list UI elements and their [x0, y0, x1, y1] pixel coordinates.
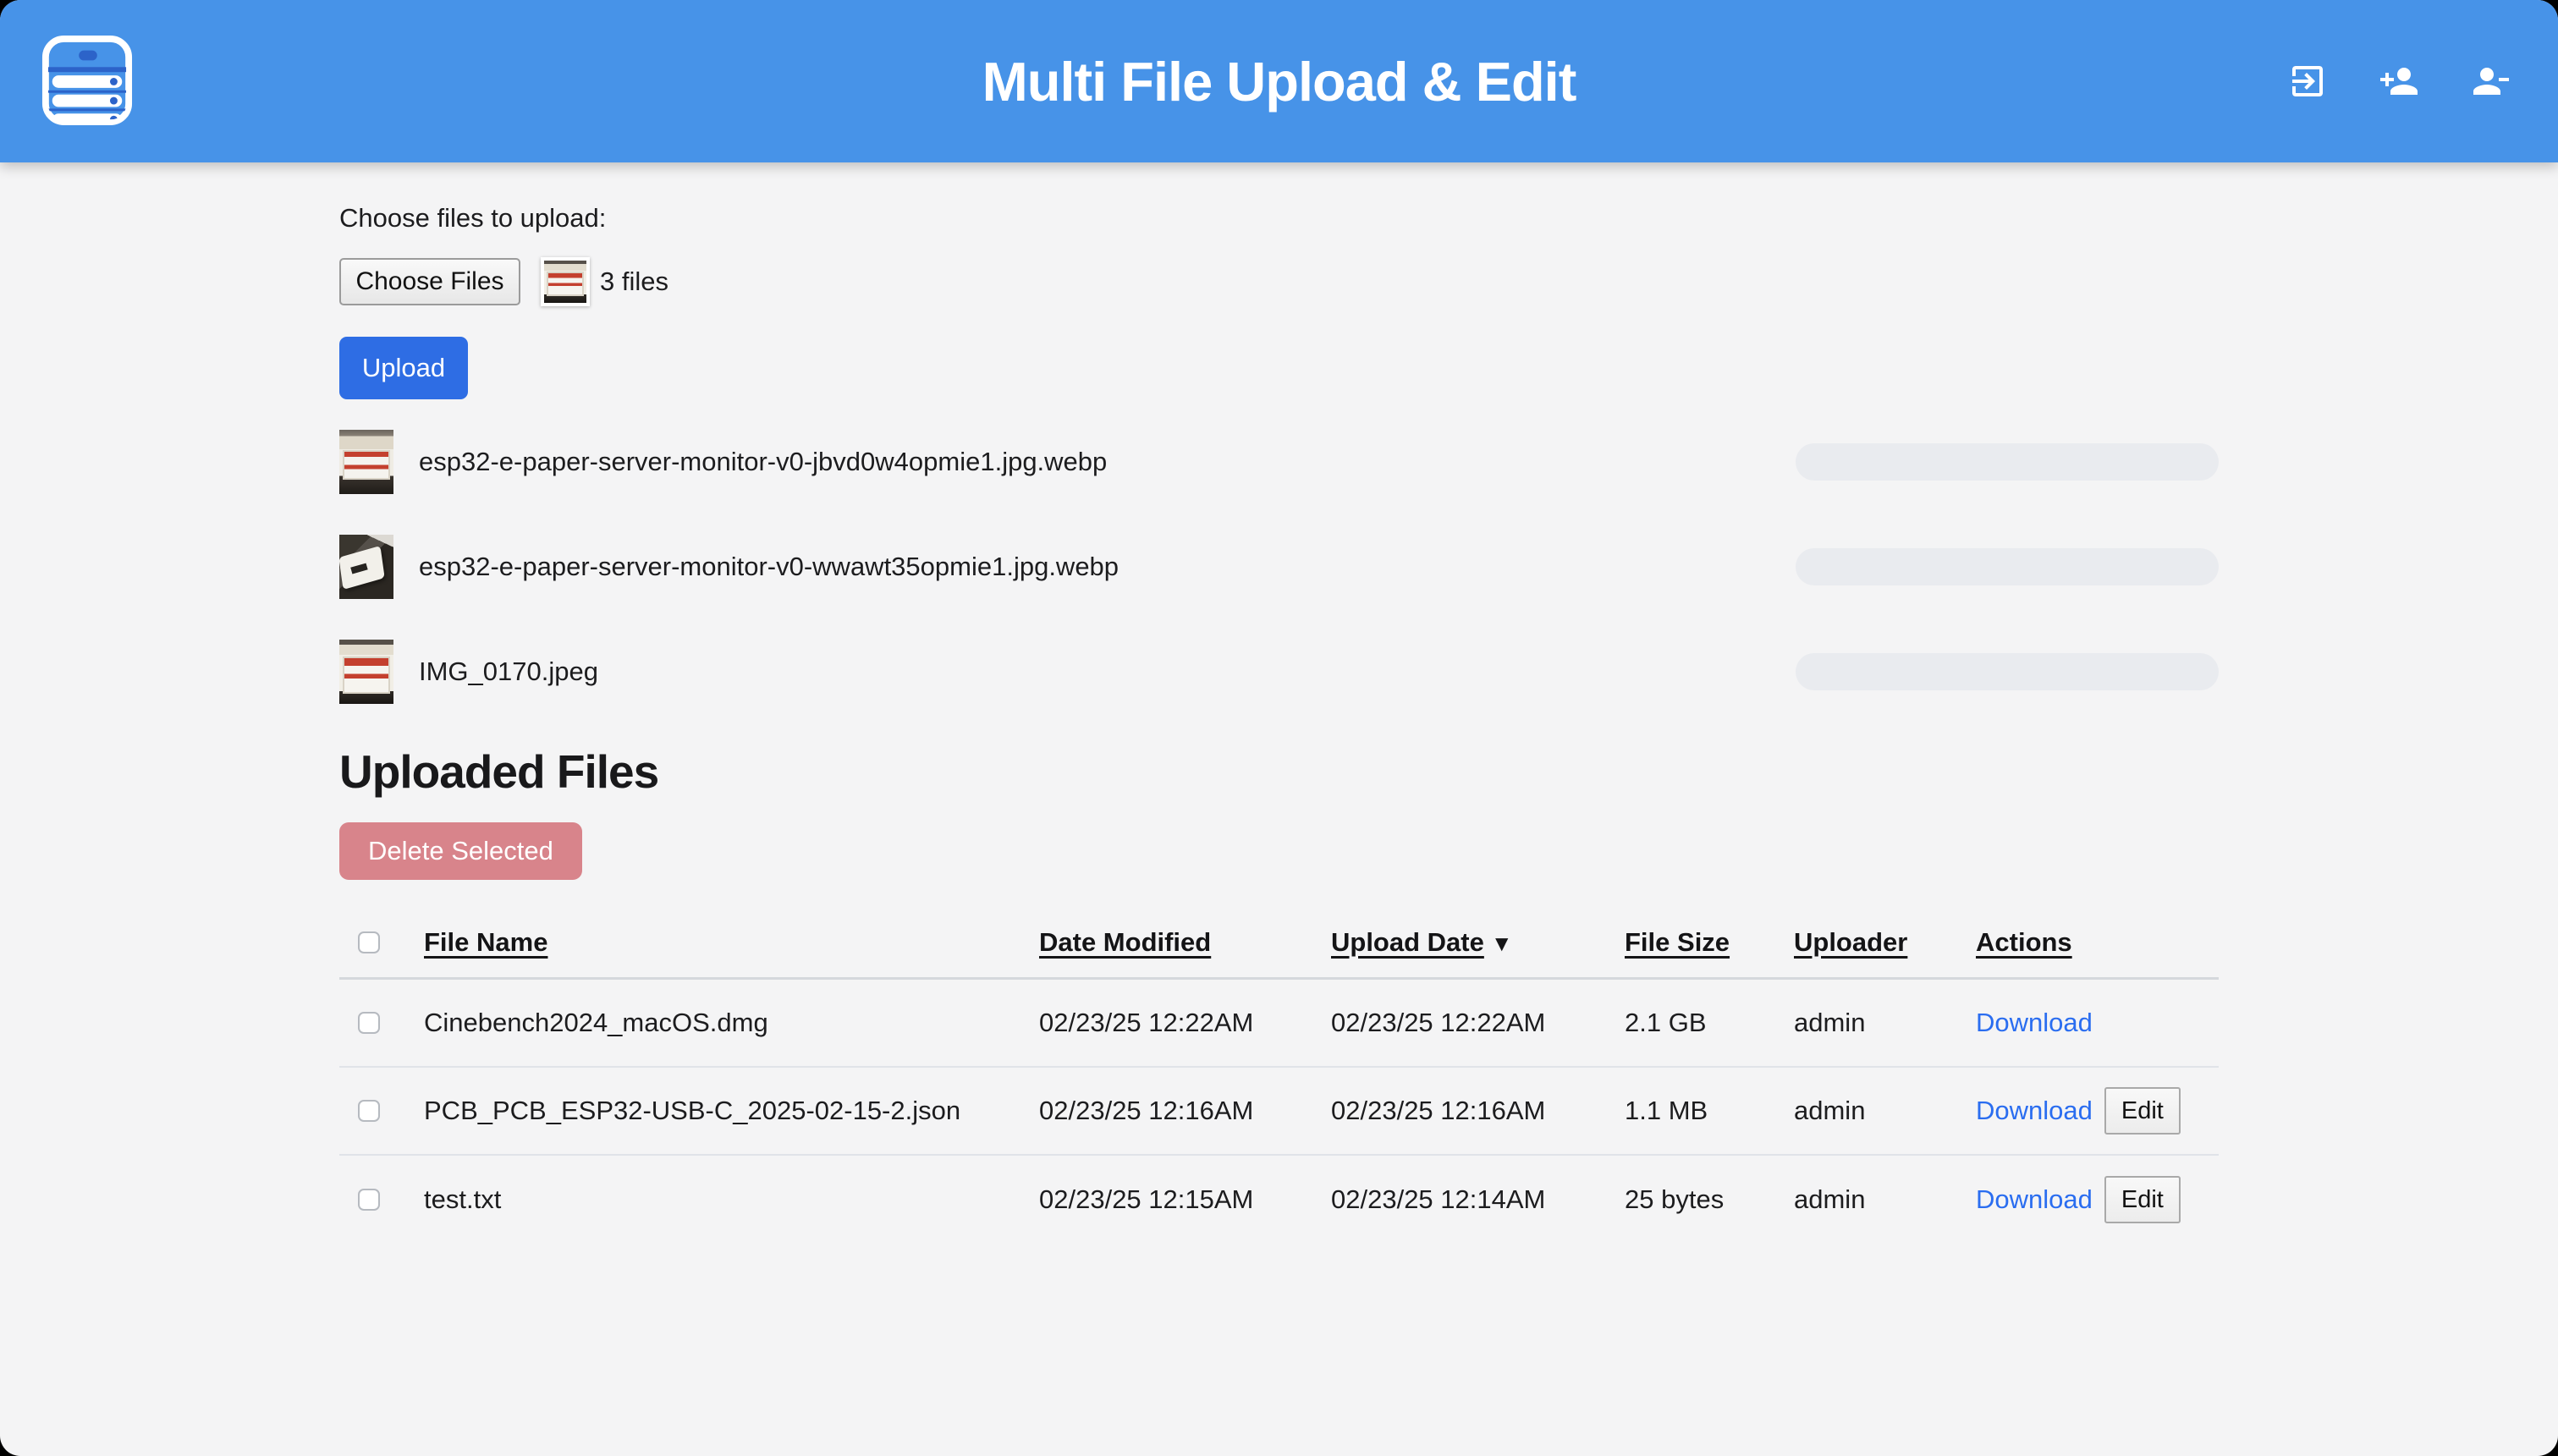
date-modified-cell: 02/23/25 12:15AM — [1039, 1184, 1331, 1215]
choose-files-label: Choose files to upload: — [339, 203, 2219, 234]
pending-file-name: esp32-e-paper-server-monitor-v0-wwawt35o… — [419, 552, 1119, 582]
row-checkbox-cell — [339, 1012, 424, 1034]
date-modified-cell: 02/23/25 12:22AM — [1039, 1008, 1331, 1038]
uploaded-files-heading: Uploaded Files — [339, 744, 2219, 799]
upload-date-cell: 02/23/25 12:14AM — [1331, 1184, 1625, 1215]
main-content: Choose files to upload: Choose Files 3 f… — [339, 162, 2219, 1244]
person-remove-icon[interactable] — [2470, 61, 2511, 102]
pending-file-row: esp32-e-paper-server-monitor-v0-jbvd0w4o… — [339, 430, 2219, 494]
upload-progress-bar — [1796, 548, 2219, 585]
row-checkbox[interactable] — [358, 1012, 380, 1034]
file-thumbnail — [339, 430, 393, 494]
sort-descending-icon: ▼ — [1491, 931, 1513, 957]
upload-progress-bar — [1796, 443, 2219, 481]
selected-files-count: 3 files — [600, 266, 668, 297]
row-checkbox[interactable] — [358, 1100, 380, 1122]
file-thumbnail — [339, 640, 393, 704]
download-link[interactable]: Download — [1976, 1184, 2093, 1215]
table-body: Cinebench2024_macOS.dmg 02/23/25 12:22AM… — [339, 980, 2219, 1244]
pending-file-name: esp32-e-paper-server-monitor-v0-jbvd0w4o… — [419, 447, 1107, 477]
file-size-cell: 1.1 MB — [1625, 1096, 1794, 1126]
pending-upload-list: esp32-e-paper-server-monitor-v0-jbvd0w4o… — [339, 430, 2219, 704]
column-header[interactable]: Actions — [1976, 927, 2219, 958]
actions-cell: Download Edit — [1976, 1087, 2219, 1135]
date-modified-cell: 02/23/25 12:16AM — [1039, 1096, 1331, 1126]
table-header-row: File NameDate ModifiedUpload Date▼File S… — [339, 907, 2219, 980]
file-input-row: Choose Files 3 files — [339, 257, 2219, 306]
pending-file-row: IMG_0170.jpeg — [339, 640, 2219, 704]
table-row: test.txt 02/23/25 12:15AM 02/23/25 12:14… — [339, 1156, 2219, 1244]
edit-button[interactable]: Edit — [2104, 1087, 2181, 1135]
upload-date-cell: 02/23/25 12:16AM — [1331, 1096, 1625, 1126]
file-name-cell: test.txt — [424, 1184, 1039, 1215]
row-checkbox-cell — [339, 1189, 424, 1211]
download-link[interactable]: Download — [1976, 1096, 2093, 1126]
app-window: Multi File Upload & Edit Choose files to… — [0, 0, 2558, 1456]
delete-selected-button[interactable]: Delete Selected — [339, 822, 582, 880]
actions-cell: Download Edit — [1976, 1176, 2219, 1223]
row-checkbox-cell — [339, 1100, 424, 1122]
table-row: Cinebench2024_macOS.dmg 02/23/25 12:22AM… — [339, 980, 2219, 1068]
row-checkbox[interactable] — [358, 1189, 380, 1211]
uploader-cell: admin — [1794, 1184, 1976, 1215]
server-stack-logo-icon — [41, 34, 134, 127]
app-header: Multi File Upload & Edit — [0, 0, 2558, 162]
column-header[interactable]: File Name — [424, 927, 1039, 958]
table-row: PCB_PCB_ESP32-USB-C_2025-02-15-2.json 02… — [339, 1068, 2219, 1156]
select-all-checkbox[interactable] — [358, 931, 380, 953]
table-header-checkbox-cell — [339, 931, 424, 953]
column-header[interactable]: Uploader — [1794, 927, 1976, 958]
uploader-cell: admin — [1794, 1096, 1976, 1126]
pending-file-row: esp32-e-paper-server-monitor-v0-wwawt35o… — [339, 535, 2219, 599]
file-thumbnail — [339, 535, 393, 599]
pending-file-name: IMG_0170.jpeg — [419, 657, 598, 687]
choose-files-button[interactable]: Choose Files — [339, 258, 520, 305]
page-title: Multi File Upload & Edit — [0, 50, 2558, 113]
upload-button[interactable]: Upload — [339, 337, 468, 399]
file-size-cell: 2.1 GB — [1625, 1008, 1794, 1038]
column-header[interactable]: File Size — [1625, 927, 1794, 958]
upload-date-cell: 02/23/25 12:22AM — [1331, 1008, 1625, 1038]
person-add-icon[interactable] — [2379, 61, 2419, 102]
download-link[interactable]: Download — [1976, 1008, 2093, 1038]
login-icon[interactable] — [2287, 61, 2328, 102]
file-name-cell: PCB_PCB_ESP32-USB-C_2025-02-15-2.json — [424, 1096, 1039, 1126]
edit-button[interactable]: Edit — [2104, 1176, 2181, 1223]
column-header[interactable]: Upload Date▼ — [1331, 927, 1625, 958]
file-input-thumbnail — [541, 257, 590, 306]
uploader-cell: admin — [1794, 1008, 1976, 1038]
upload-progress-bar — [1796, 653, 2219, 690]
file-size-cell: 25 bytes — [1625, 1184, 1794, 1215]
actions-cell: Download — [1976, 1008, 2219, 1038]
thumbnail-image — [544, 261, 586, 303]
header-actions — [2287, 0, 2511, 162]
file-name-cell: Cinebench2024_macOS.dmg — [424, 1008, 1039, 1038]
uploaded-files-table: File NameDate ModifiedUpload Date▼File S… — [339, 907, 2219, 1244]
column-header[interactable]: Date Modified — [1039, 927, 1331, 958]
